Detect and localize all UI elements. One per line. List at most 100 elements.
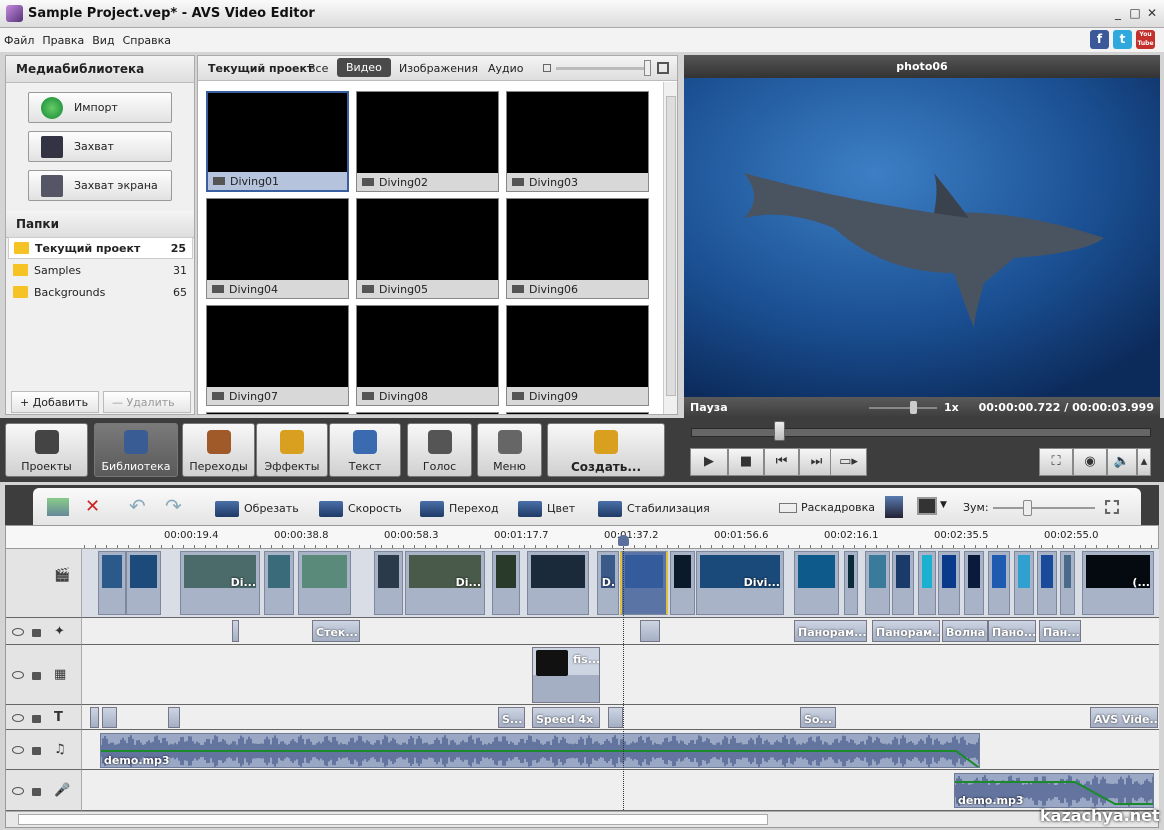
fit-zoom-icon[interactable] <box>1105 500 1119 514</box>
time-ruler[interactable]: 00:00:19.4 00:00:38.8 00:00:58.3 00:01:17.7… <box>6 526 1158 549</box>
video-clip[interactable] <box>492 551 520 615</box>
video-clip[interactable] <box>98 551 126 615</box>
video-clip[interactable] <box>620 551 668 615</box>
fullscreen-button[interactable]: ⛶ <box>1039 448 1073 476</box>
audio-clip[interactable]: demo.mp3 <box>100 733 980 768</box>
minimize-button[interactable]: _ <box>1110 6 1126 21</box>
stop-button[interactable]: ■ <box>728 448 764 476</box>
tab-all[interactable]: Все <box>308 62 328 75</box>
effects-clip[interactable]: Стек... <box>312 620 360 642</box>
video-clip[interactable] <box>988 551 1010 615</box>
video-clip[interactable] <box>527 551 589 615</box>
media-item[interactable]: Diving05 <box>356 198 499 299</box>
facebook-icon[interactable]: f <box>1090 30 1109 49</box>
tab-text[interactable]: Текст <box>329 423 401 477</box>
folder-backgrounds[interactable]: Backgrounds 65 <box>8 282 193 304</box>
menu-view[interactable]: Вид <box>92 34 114 47</box>
menu-file[interactable]: Файл <box>4 34 34 47</box>
capture-button[interactable]: Захват <box>28 131 172 162</box>
close-button[interactable]: ✕ <box>1144 6 1160 21</box>
voice-record-icon[interactable] <box>885 496 903 518</box>
lock-icon[interactable] <box>32 714 41 723</box>
eye-icon[interactable] <box>12 713 24 722</box>
twitter-icon[interactable]: t <box>1113 30 1132 49</box>
video-clip[interactable] <box>298 551 351 615</box>
tab-create[interactable]: Создать... <box>547 423 665 477</box>
thumb-size-slider[interactable] <box>556 67 648 70</box>
seek-bar[interactable] <box>691 428 1151 437</box>
effects-clip[interactable] <box>640 620 660 642</box>
lock-icon[interactable] <box>32 747 41 755</box>
video-clip[interactable] <box>1037 551 1057 615</box>
effects-clip[interactable]: Пан... <box>1039 620 1081 642</box>
folder-current-project[interactable]: Текущий проект 25 <box>8 237 193 259</box>
video-clip[interactable] <box>892 551 914 615</box>
text-clip[interactable]: Speed 4x <box>532 707 600 728</box>
next-button[interactable]: ⏭ <box>799 448 834 476</box>
effects-clip[interactable] <box>232 620 239 642</box>
video-clip[interactable] <box>918 551 936 615</box>
tab-library[interactable]: Библиотека <box>94 423 178 477</box>
video-clip[interactable]: Di... <box>405 551 485 615</box>
media-item[interactable]: Diving08 <box>356 305 499 406</box>
effects-clip[interactable]: Пано... <box>988 620 1036 642</box>
speed-slider-handle[interactable] <box>910 401 917 414</box>
remove-folder-button[interactable]: — Удалить <box>103 391 191 413</box>
media-item[interactable]: Diving06 <box>506 198 649 299</box>
more-button[interactable]: ▴ <box>1137 448 1151 476</box>
media-item[interactable]: Diving01 <box>206 91 349 192</box>
tab-voice[interactable]: Голос <box>407 423 472 477</box>
media-item[interactable] <box>356 412 499 414</box>
lock-icon[interactable] <box>32 787 41 796</box>
text-clip[interactable] <box>102 707 117 728</box>
storyboard-toggle[interactable]: Раскадровка <box>779 501 875 514</box>
delete-icon[interactable]: ✕ <box>85 496 100 517</box>
folder-samples[interactable]: Samples 31 <box>8 260 193 282</box>
text-clip[interactable]: So... <box>800 707 836 728</box>
video-clip[interactable] <box>938 551 960 615</box>
text-clip[interactable] <box>608 707 623 728</box>
audio-track[interactable]: demo.mp3 <box>82 730 1159 770</box>
volume-button[interactable]: 🔈 <box>1107 448 1137 476</box>
video-clip[interactable] <box>964 551 984 615</box>
effects-clip[interactable]: Панорам... <box>794 620 867 642</box>
text-clip[interactable] <box>168 707 180 728</box>
previous-button[interactable]: ⏮ <box>764 448 799 476</box>
media-item[interactable]: Diving07 <box>206 305 349 406</box>
tab-effects[interactable]: Эффекты <box>256 423 328 477</box>
timeline-scrollbar[interactable] <box>6 811 1158 827</box>
import-button[interactable]: Импорт <box>28 92 172 123</box>
video-clip[interactable] <box>264 551 294 615</box>
video-clip[interactable] <box>1014 551 1034 615</box>
eye-icon[interactable] <box>12 786 24 795</box>
effects-clip[interactable]: Панорам... <box>872 620 940 642</box>
large-thumbs-icon[interactable] <box>657 62 669 74</box>
tab-menu[interactable]: Меню <box>477 423 542 477</box>
video-clip[interactable]: (... <box>1082 551 1154 615</box>
video-fx-button[interactable]: ▭▸ <box>830 448 867 476</box>
video-clip[interactable] <box>844 551 858 615</box>
stabilization-button[interactable]: Стабилизация <box>598 501 710 517</box>
undo-icon[interactable]: ↶ <box>129 494 146 518</box>
video-clip[interactable]: Divi... <box>696 551 784 615</box>
speed-slider[interactable] <box>869 407 937 409</box>
thumb-size-handle[interactable] <box>644 60 651 76</box>
media-scrollbar[interactable] <box>663 82 677 414</box>
video-clip[interactable] <box>374 551 403 615</box>
tab-audio[interactable]: Аудио <box>488 62 524 75</box>
youtube-icon[interactable]: You Tube <box>1136 30 1155 49</box>
video-clip[interactable] <box>1060 551 1075 615</box>
tab-projects[interactable]: Проекты <box>5 423 88 477</box>
monitor-dropdown-icon[interactable]: ▼ <box>940 500 947 510</box>
video-clip[interactable] <box>865 551 890 615</box>
snapshot-button[interactable]: ◉ <box>1073 448 1107 476</box>
effects-track[interactable]: Стек... Панорам... Панорам... Волна Пано... П… <box>82 618 1159 645</box>
screen-capture-button[interactable]: Захват экрана <box>28 170 172 201</box>
text-clip[interactable]: AVS Vide... <box>1090 707 1158 728</box>
monitor-icon[interactable] <box>917 497 937 515</box>
media-item[interactable]: Diving03 <box>506 91 649 192</box>
redo-icon[interactable]: ↷ <box>165 494 182 518</box>
lock-icon[interactable] <box>32 672 41 680</box>
transition-button[interactable]: Переход <box>420 501 499 517</box>
zoom-slider[interactable] <box>993 507 1095 509</box>
